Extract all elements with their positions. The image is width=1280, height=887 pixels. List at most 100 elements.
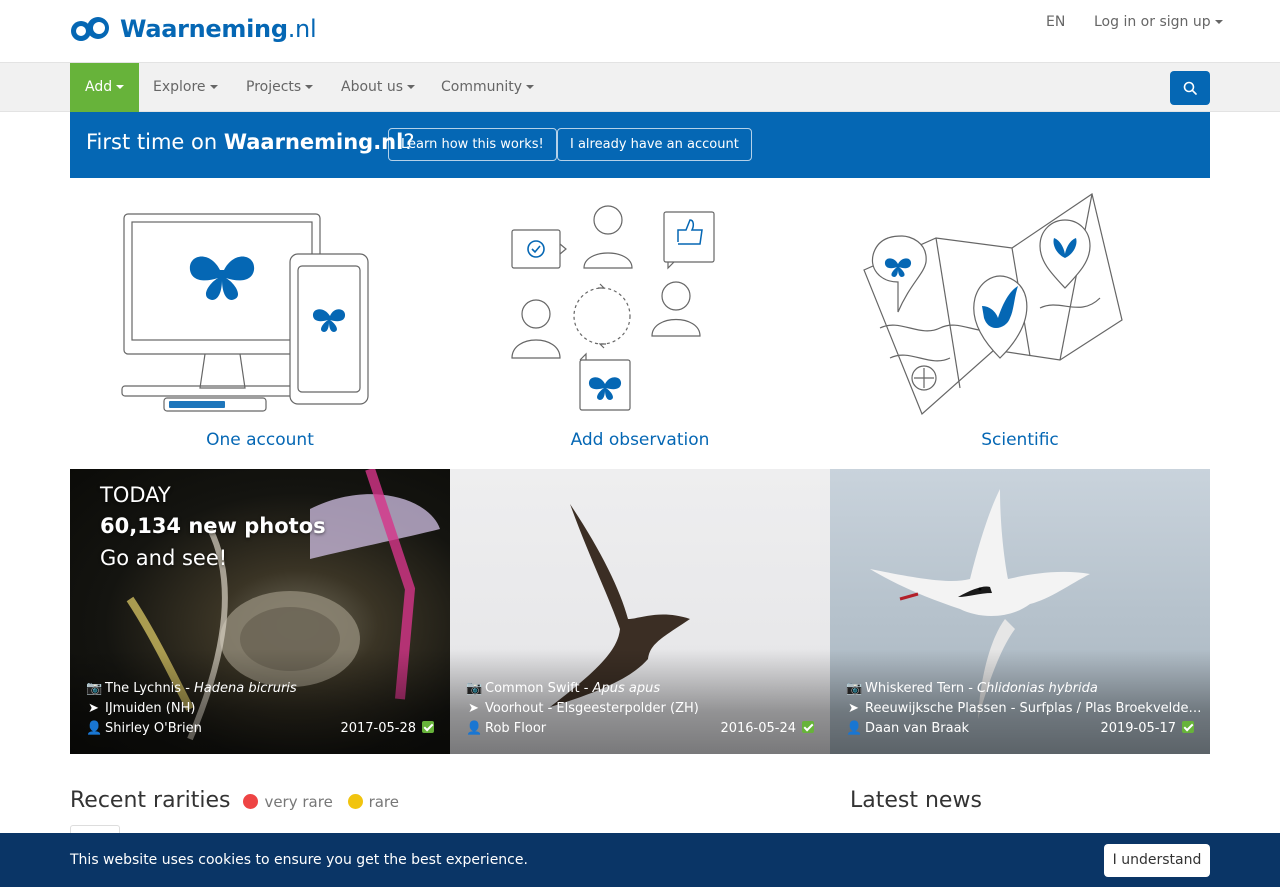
- camera-icon: 📷: [466, 681, 483, 696]
- go-and-see-link[interactable]: Go and see!: [100, 546, 326, 570]
- today-overlay: TODAY 60,134 new photos Go and see!: [100, 483, 326, 570]
- caret-down-icon: [305, 85, 314, 89]
- caret-down-icon: [526, 85, 535, 89]
- observer-name: Daan van Braak: [865, 721, 970, 736]
- validated-check-icon: [802, 721, 814, 733]
- photo-observer[interactable]: 👤 Shirley O'Brien: [86, 721, 202, 736]
- banner-prefix: First time on: [86, 130, 224, 154]
- have-account-button[interactable]: I already have an account: [557, 128, 752, 161]
- recent-rarities-heading: Recent rarities very rare rare: [70, 788, 399, 813]
- feature-one-account[interactable]: One account: [70, 188, 450, 463]
- feature-label-one-account[interactable]: One account: [70, 430, 450, 450]
- login-label: Log in or sign up: [1094, 14, 1211, 30]
- main-nav: Add Explore Projects About us Community: [0, 62, 1280, 112]
- rarity-legend: very rare rare: [243, 793, 399, 811]
- date-text: 2016-05-24: [720, 721, 796, 736]
- logo-text: Waarneming.nl: [120, 15, 317, 43]
- validated-check-icon: [1182, 721, 1194, 733]
- photo-date: 2019-05-17: [1100, 721, 1194, 736]
- user-icon: 👤: [86, 721, 103, 736]
- search-button[interactable]: [1170, 71, 1210, 105]
- photo-location[interactable]: ➤ IJmuiden (NH): [86, 701, 195, 716]
- very-rare-label: very rare: [264, 793, 333, 811]
- date-text: 2017-05-28: [340, 721, 416, 736]
- location-arrow-icon: ➤: [88, 701, 99, 716]
- cookie-message: This website uses cookies to ensure you …: [70, 852, 528, 868]
- nav-projects-label: Projects: [246, 79, 302, 95]
- photo-observer[interactable]: 👤 Daan van Braak: [846, 721, 969, 736]
- first-time-banner: First time on Waarneming.nl? Learn how t…: [70, 112, 1210, 178]
- location-arrow-icon: ➤: [468, 701, 479, 716]
- new-photos-count: 60,134 new photos: [100, 514, 326, 538]
- logo-icon: [70, 14, 110, 44]
- nav-add[interactable]: Add: [70, 63, 139, 112]
- very-rare-icon: [243, 794, 259, 809]
- location-text: Reeuwijksche Plassen - Surfplas / Plas B…: [865, 701, 1202, 716]
- site-logo[interactable]: Waarneming.nl: [70, 14, 317, 44]
- today-label: TODAY: [100, 483, 171, 507]
- photo-tile-lychnis[interactable]: TODAY 60,134 new photos Go and see! 📷 The…: [70, 469, 450, 754]
- devices-butterfly-illustration: [121, 213, 369, 412]
- nav-community-label: Community: [441, 79, 523, 95]
- feature-label-add-observation[interactable]: Add observation: [450, 430, 830, 450]
- nav-about-label: About us: [341, 79, 404, 95]
- user-icon: 👤: [466, 721, 483, 736]
- observer-name: Shirley O'Brien: [105, 721, 202, 736]
- banner-site: Waarneming.nl: [223, 130, 404, 154]
- species-common: Common Swift -: [485, 681, 593, 696]
- logo-tld: .nl: [287, 15, 317, 43]
- language-switch[interactable]: EN: [1046, 14, 1065, 30]
- nav-community[interactable]: Community: [441, 63, 535, 112]
- validated-check-icon: [422, 721, 434, 733]
- species-common: Whiskered Tern -: [865, 681, 978, 696]
- photo-observer[interactable]: 👤 Rob Floor: [466, 721, 546, 736]
- cookie-bar: This website uses cookies to ensure you …: [0, 833, 1280, 887]
- photo-tile-common-swift[interactable]: 📷 Common Swift - Apus apus ➤ Voorhout - El…: [450, 469, 830, 754]
- species-common: The Lychnis -: [105, 681, 195, 696]
- cookie-accept-button[interactable]: I understand: [1104, 844, 1210, 877]
- photo-location[interactable]: ➤ Reeuwijksche Plassen - Surfplas / Plas …: [846, 701, 1202, 716]
- camera-icon: 📷: [846, 681, 863, 696]
- location-text: IJmuiden (NH): [105, 701, 196, 716]
- community-cycle-illustration: [511, 205, 715, 411]
- caret-down-icon: [116, 85, 125, 89]
- species-latin: Chlidonias hybrida: [977, 681, 1098, 696]
- latest-news-heading: Latest news: [850, 788, 982, 813]
- caret-down-icon: [1214, 20, 1223, 24]
- map-pins-illustration: [863, 193, 1123, 416]
- location-text: Voorhout - Elsgeesterpolder (ZH): [485, 701, 699, 716]
- date-text: 2019-05-17: [1100, 721, 1176, 736]
- location-arrow-icon: ➤: [848, 701, 859, 716]
- nav-about-us[interactable]: About us: [341, 63, 416, 112]
- photo-species[interactable]: 📷 Common Swift - Apus apus: [466, 681, 660, 696]
- search-icon: [1183, 81, 1197, 95]
- logo-main: Waarneming: [120, 15, 288, 43]
- photo-species[interactable]: 📷 The Lychnis - Hadena bicruris: [86, 681, 297, 696]
- photo-location[interactable]: ➤ Voorhout - Elsgeesterpolder (ZH): [466, 701, 699, 716]
- species-latin: Hadena bicruris: [194, 681, 297, 696]
- rarities-title: Recent rarities: [70, 788, 231, 813]
- camera-icon: 📷: [86, 681, 103, 696]
- photo-date: 2017-05-28: [340, 721, 434, 736]
- photo-date: 2016-05-24: [720, 721, 814, 736]
- species-latin: Apus apus: [592, 681, 661, 696]
- feature-scientific[interactable]: Scientific: [830, 188, 1210, 463]
- photo-tile-whiskered-tern[interactable]: 📷 Whiskered Tern - Chlidonias hybrida ➤ Re…: [830, 469, 1210, 754]
- caret-down-icon: [407, 85, 416, 89]
- photo-species[interactable]: 📷 Whiskered Tern - Chlidonias hybrida: [846, 681, 1098, 696]
- rare-icon: [347, 794, 363, 809]
- banner-text: First time on Waarneming.nl?: [86, 130, 414, 154]
- caret-down-icon: [209, 85, 218, 89]
- user-icon: 👤: [846, 721, 863, 736]
- observer-name: Rob Floor: [485, 721, 547, 736]
- nav-explore-label: Explore: [153, 79, 206, 95]
- rare-label: rare: [368, 793, 400, 811]
- feature-add-observation[interactable]: Add observation: [450, 188, 830, 463]
- login-menu[interactable]: Log in or sign up: [1094, 14, 1223, 30]
- nav-explore[interactable]: Explore: [153, 63, 218, 112]
- nav-add-label: Add: [85, 79, 113, 95]
- learn-how-button[interactable]: Learn how this works!: [388, 128, 557, 161]
- nav-projects[interactable]: Projects: [246, 63, 314, 112]
- top-header: Waarneming.nl EN Log in or sign up: [0, 0, 1280, 62]
- feature-label-scientific[interactable]: Scientific: [830, 430, 1210, 450]
